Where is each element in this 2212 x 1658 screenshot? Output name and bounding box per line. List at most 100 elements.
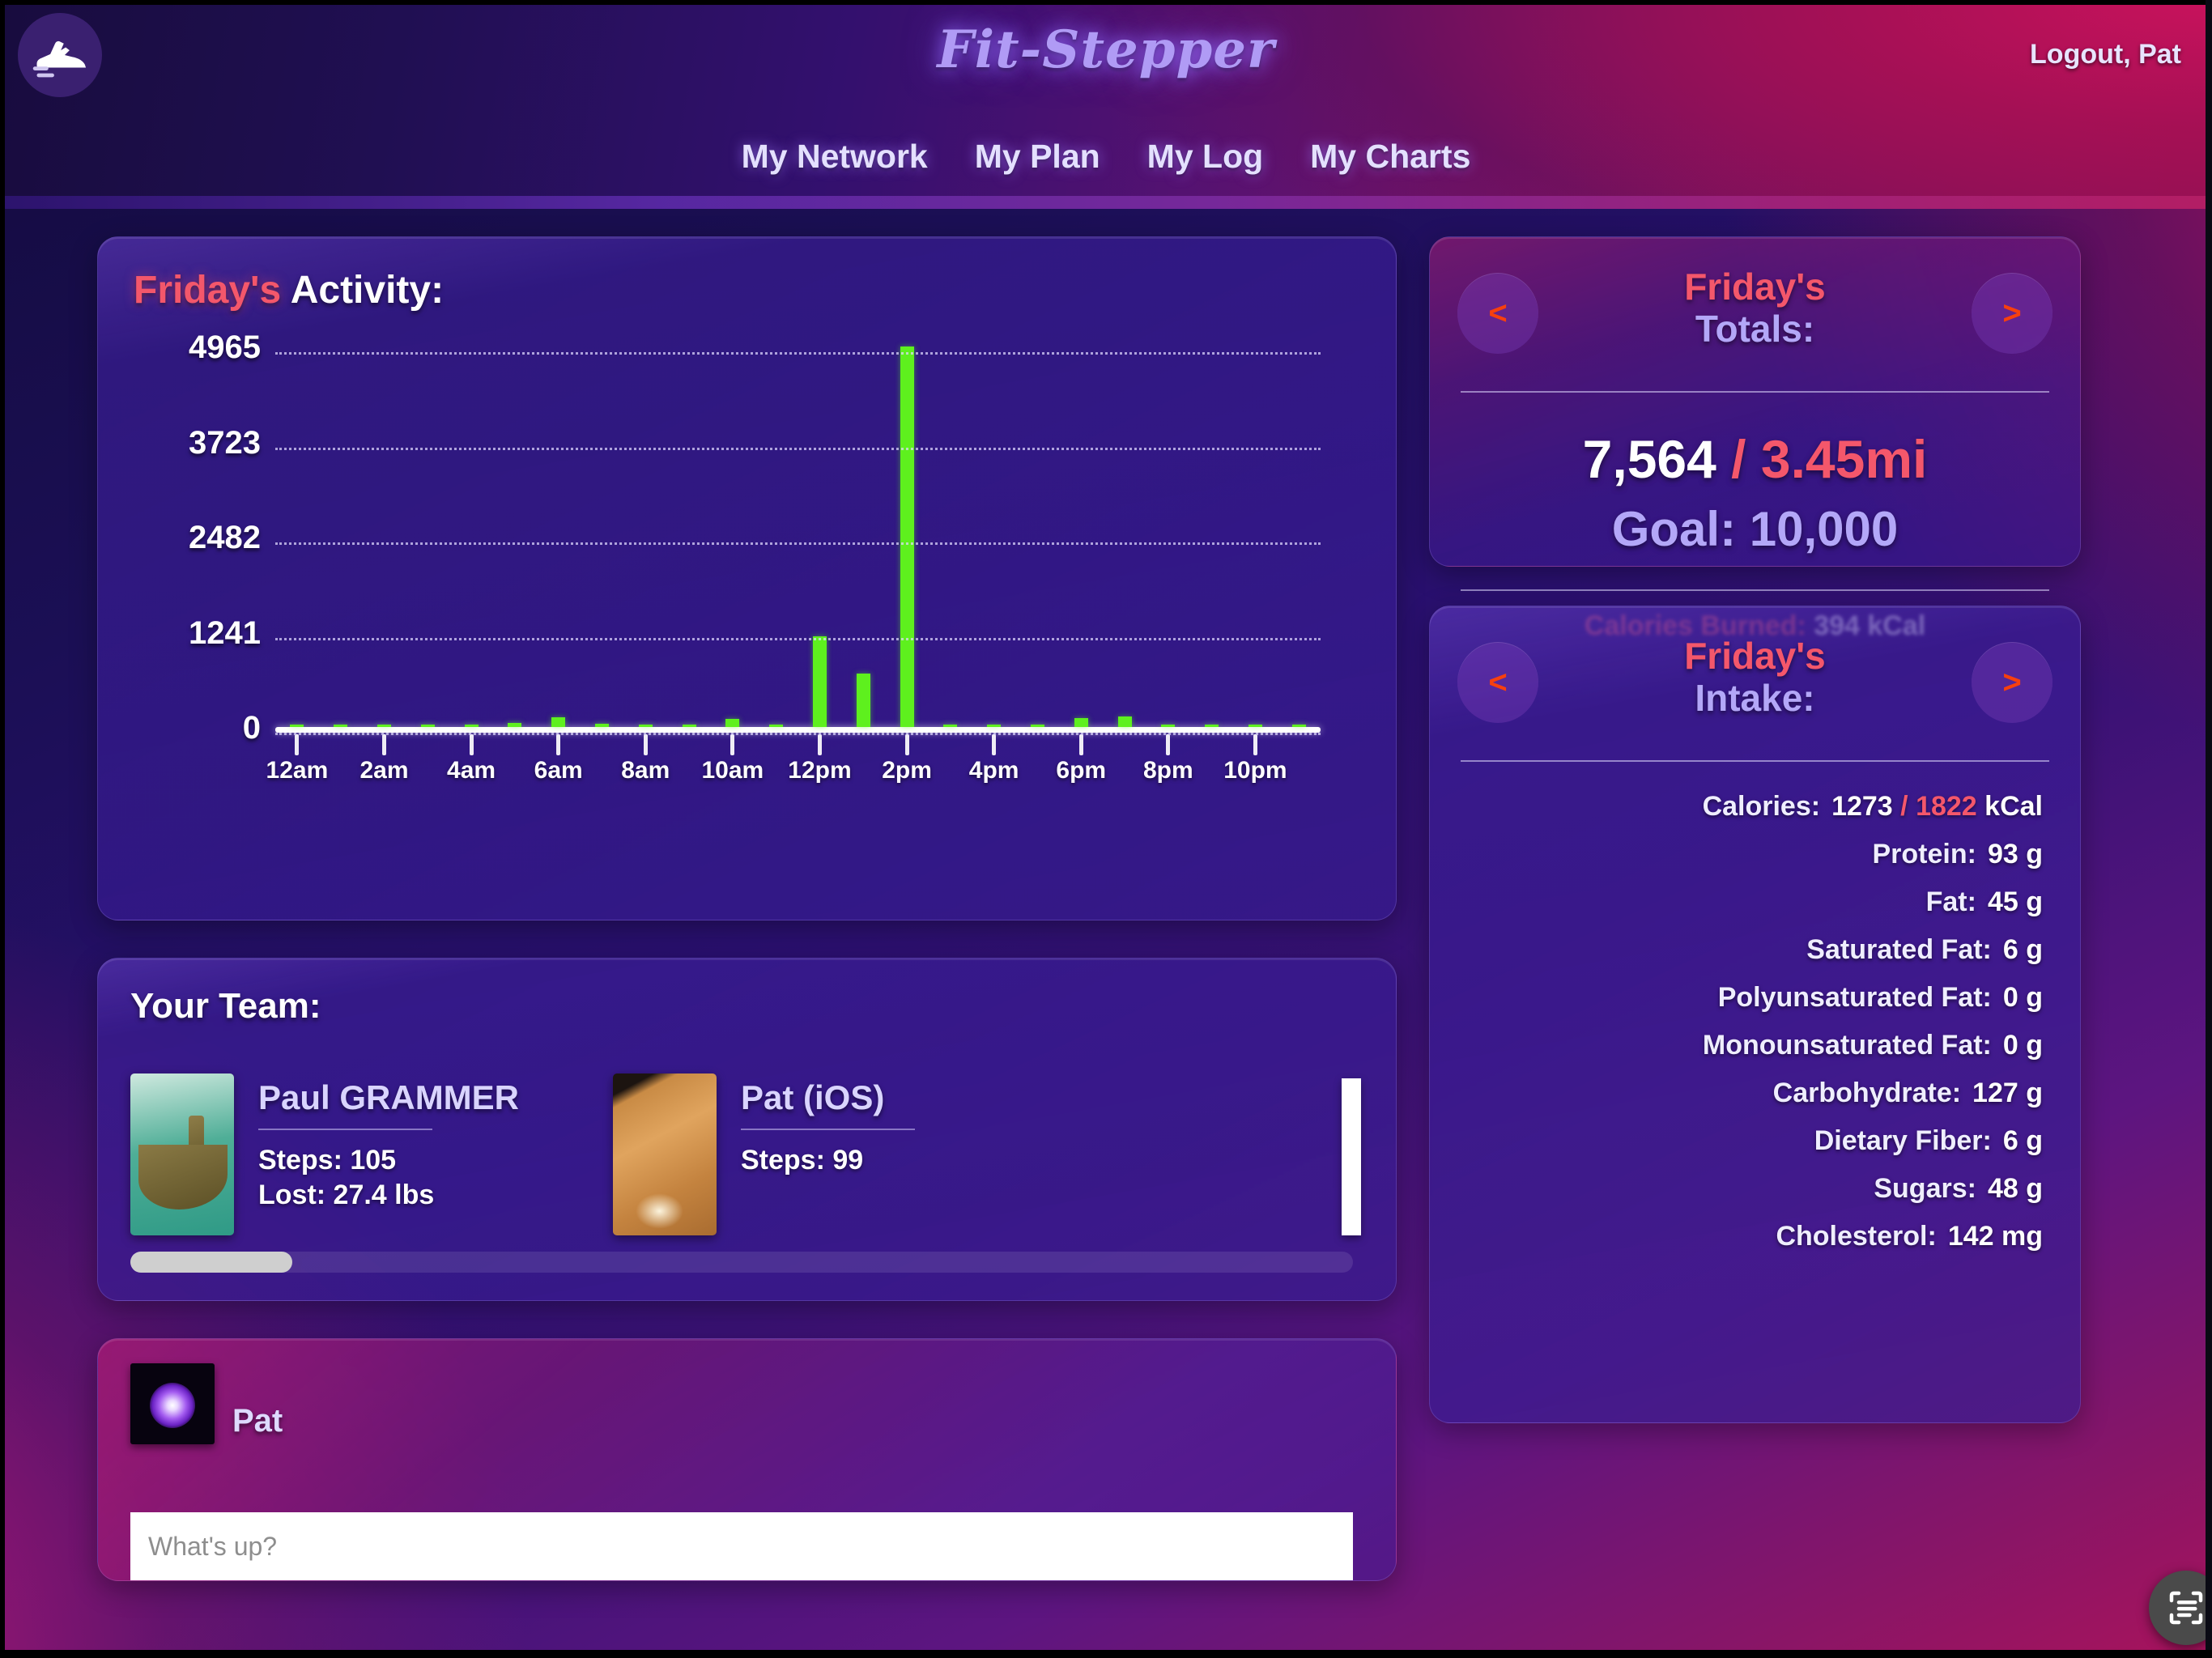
chart-bar-slot	[1146, 346, 1190, 755]
chart-x-labels: 12am 2am 4am 6am 8am 10am 12pm 2pm 4pm 6pm 8pm 10pm	[266, 757, 1321, 797]
app-root: Fit-Stepper Logout, Pat My Network My Pl…	[0, 0, 2212, 1658]
nutrition-value: 48 g	[1987, 1173, 2043, 1204]
chart-bar	[1248, 725, 1262, 727]
chart-bar	[290, 725, 304, 727]
chart-bar	[682, 724, 696, 727]
chart-bar-slot	[929, 346, 972, 727]
activity-chart-card: Friday's Activity: 0 1241 2482 3723 4965 12a…	[97, 236, 1397, 920]
chart-bar	[508, 722, 522, 727]
team-member-steps: Steps: 105	[258, 1145, 397, 1175]
totals-title-rest: Totals:	[1695, 307, 1815, 350]
chart-x-tick-label: 4pm	[968, 757, 1019, 784]
chart-x-tick-label: 6am	[534, 757, 583, 784]
chart-bar-slot	[711, 346, 755, 755]
chart-y-tick-label: 0	[242, 710, 261, 746]
screen-bezel-bottom	[0, 1650, 2212, 1658]
nutrition-value: 6 g	[2002, 934, 2043, 965]
chart-x-tick-label: 8pm	[1142, 757, 1193, 784]
nutrition-row: Polyunsaturated Fat: 0 g	[1430, 982, 2043, 1014]
chart-x-label-slot: 8am	[621, 757, 670, 797]
chart-bar-slot	[363, 346, 406, 755]
nutrition-label: Carbohydrate:	[1772, 1078, 1962, 1108]
nutrition-row: Fat: 45 g	[1430, 886, 2043, 918]
nutrition-label: Sugars:	[1874, 1173, 1976, 1204]
chart-x-label-slot: 12am	[266, 757, 329, 797]
chart-bars	[275, 346, 1321, 755]
totals-title-day: Friday's	[1684, 266, 1826, 308]
nutrition-value: 142 mg	[1947, 1221, 2043, 1252]
team-horizontal-scrollbar[interactable]	[130, 1252, 1353, 1273]
chart-bar	[594, 724, 609, 727]
chart-bar	[900, 346, 914, 727]
chart-x-tick-label: 6pm	[1056, 757, 1107, 784]
post-author-row: Pat	[130, 1363, 1363, 1444]
post-input[interactable]	[130, 1512, 1353, 1580]
nutrition-value: 93 g	[1987, 839, 2043, 869]
chart-x-tick	[817, 734, 822, 755]
chart-bar	[1291, 725, 1306, 727]
team-member[interactable]: Paul GRAMMER Steps: 105 Lost: 27.4 lbs	[130, 1073, 525, 1235]
chart-bar	[638, 724, 653, 727]
nav-item-my-log[interactable]: My Log	[1147, 138, 1263, 176]
chart-bar-slot	[449, 346, 493, 755]
right-column: < > Friday's Totals: 7,564 / 3.45mi Goal…	[1429, 236, 2081, 1423]
chart-x-label-slot	[493, 757, 537, 797]
post-composer-card: Pat	[97, 1338, 1397, 1581]
nutrition-row: Monounsaturated Fat: 0 g	[1430, 1030, 2043, 1061]
chart-bar	[725, 718, 740, 727]
nav-item-my-plan[interactable]: My Plan	[975, 138, 1100, 176]
chart-x-tick-label: 8am	[621, 757, 670, 784]
app-title: Fit-Stepper	[937, 19, 1275, 80]
chart-bar-slot	[275, 346, 319, 755]
totals-goal: Goal: 10,000	[1611, 502, 1899, 556]
nutrition-value: 45 g	[1987, 886, 2043, 917]
chart-bar	[551, 716, 566, 727]
chart-x-label-slot	[1103, 757, 1146, 797]
activity-title-rest: Activity:	[281, 269, 445, 312]
nutrition-row: Carbohydrate: 127 g	[1430, 1078, 2043, 1109]
chart-x-label-slot: 2am	[359, 757, 408, 797]
calories-goal: 1822	[1916, 791, 1977, 822]
scrollbar-thumb[interactable]	[130, 1252, 292, 1273]
nav-item-my-network[interactable]: My Network	[742, 138, 928, 176]
team-member-name: Pat (iOS)	[741, 1078, 885, 1116]
chart-x-tick	[556, 734, 561, 755]
chart-x-label-slot: 6pm	[1056, 757, 1107, 797]
chart-bar-slot	[885, 346, 929, 755]
screen-bezel-right	[2206, 0, 2212, 1658]
logout-link[interactable]: Logout, Pat	[2030, 39, 2181, 70]
chart-y-tick-label: 1241	[189, 614, 261, 651]
chart-x-label-slot: 10am	[701, 757, 764, 797]
header-glow-divider	[0, 196, 2212, 209]
team-title: Your Team:	[130, 986, 321, 1026]
chart-bar-slot	[667, 346, 711, 727]
chart-bar	[376, 725, 391, 727]
team-member-partial-card[interactable]	[1342, 1078, 1361, 1235]
team-member[interactable]: Pat (iOS) Steps: 99	[613, 1073, 1008, 1235]
scan-text-fab[interactable]	[2149, 1571, 2212, 1645]
chart-x-tick	[1166, 734, 1171, 755]
divider	[741, 1129, 915, 1130]
chart-x-label-slot: 4pm	[968, 757, 1019, 797]
chart-gridline	[275, 352, 1321, 355]
chart-bar-slot	[537, 346, 581, 755]
chart-x-tick	[381, 734, 386, 755]
chart-gridline	[275, 733, 1321, 735]
chart-x-tick	[469, 734, 474, 755]
scan-text-icon	[2169, 1591, 2203, 1625]
totals-steps-value: 7,564	[1582, 429, 1716, 489]
chart-x-label-slot: 6am	[534, 757, 583, 797]
chart-bar-slot	[841, 346, 885, 727]
totals-title: Friday's Totals:	[1430, 266, 2080, 350]
chart-x-axis	[275, 727, 1321, 733]
nutrition-label: Cholesterol:	[1776, 1221, 1937, 1252]
post-author-name: Pat	[232, 1403, 283, 1439]
nutrition-row: Cholesterol: 142 mg	[1430, 1221, 2043, 1252]
chart-bar	[812, 636, 827, 727]
avatar	[613, 1073, 717, 1235]
nutrition-label: Dietary Fiber:	[1814, 1125, 1992, 1156]
chart-x-label-slot: 10pm	[1223, 757, 1287, 797]
nav-item-my-charts[interactable]: My Charts	[1310, 138, 1470, 176]
chart-x-label-slot	[406, 757, 449, 797]
nutrition-label: Saturated Fat:	[1806, 934, 1992, 965]
